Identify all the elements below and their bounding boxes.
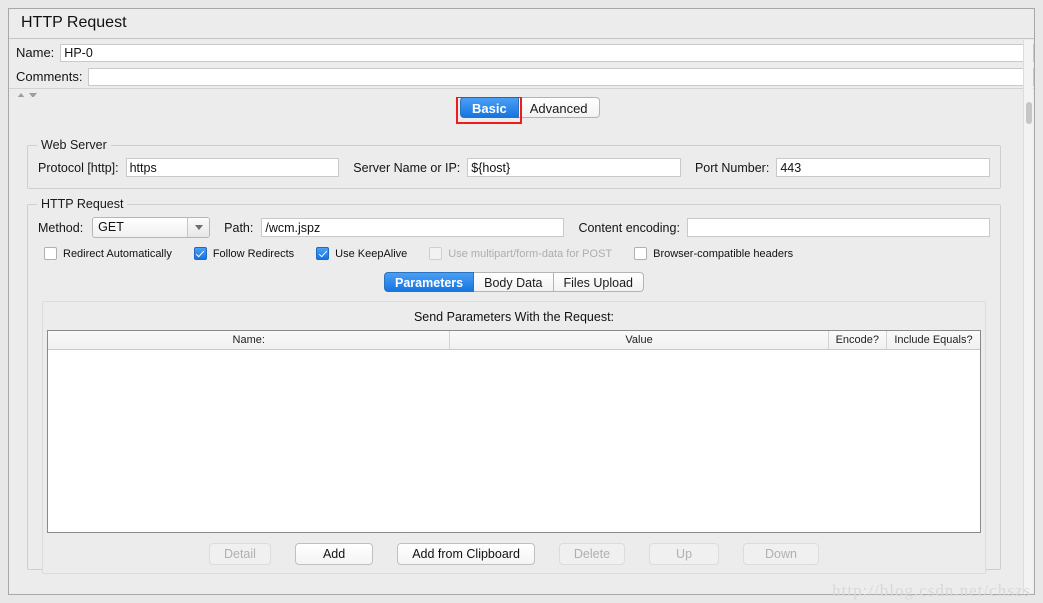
content-encoding-label: Content encoding:: [578, 220, 680, 235]
comments-row: Comments:: [9, 64, 1034, 88]
detail-button: Detail: [208, 543, 271, 565]
port-number-input[interactable]: [776, 158, 990, 177]
send-parameters-label: Send Parameters With the Request:: [413, 310, 615, 324]
checkbox-follow-redirects[interactable]: Follow Redirects: [193, 247, 295, 260]
parameters-panel: Send Parameters With the Request: Name: …: [42, 301, 986, 574]
top-tabs-area: Basic Advanced: [9, 97, 1023, 133]
method-label: Method:: [38, 220, 84, 235]
parameters-button-row: Detail Add Add from Clipboard Delete Up …: [43, 543, 985, 565]
checkbox-use-multipart-form-data: Use multipart/form-data for POST: [429, 247, 612, 260]
basic-tab-highlight-box: [456, 97, 522, 124]
table-body[interactable]: [48, 350, 980, 532]
method-select-value: GET: [98, 220, 124, 234]
column-header-value[interactable]: Value: [450, 331, 829, 349]
comments-label: Comments:: [16, 69, 83, 84]
up-button: Up: [649, 543, 720, 565]
tab-body-data[interactable]: Body Data: [474, 272, 554, 292]
delete-button: Delete: [558, 543, 626, 565]
chevron-down-icon[interactable]: [187, 218, 210, 237]
checkbox-label: Redirect Automatically: [63, 247, 172, 260]
parameters-table[interactable]: Name: Value Encode? Include Equals?: [47, 330, 981, 533]
checkbox-browser-compatible-headers[interactable]: Browser-compatible headers: [634, 247, 793, 260]
path-label: Path:: [224, 220, 254, 235]
checkbox-box-icon[interactable]: [634, 247, 648, 260]
table-header-row: Name: Value Encode? Include Equals?: [48, 331, 980, 350]
name-input[interactable]: [60, 43, 1034, 62]
request-options-row: Redirect Automatically Follow Redirects …: [38, 247, 990, 260]
tab-parameters[interactable]: Parameters: [384, 272, 475, 292]
scrollbar-thumb[interactable]: [1026, 102, 1032, 124]
web-server-group: Web Server Protocol [http]: Server Name …: [27, 138, 1001, 189]
checkbox-label: Follow Redirects: [212, 247, 295, 260]
content-encoding-input[interactable]: [686, 218, 991, 237]
checkbox-label: Use KeepAlive: [335, 247, 408, 260]
protocol-input[interactable]: [125, 158, 340, 177]
checkbox-label: Browser-compatible headers: [653, 247, 794, 260]
port-number-label: Port Number:: [694, 160, 770, 175]
page-title: HTTP Request: [21, 14, 127, 31]
http-request-window: HTTP Request Name: Comments: Basic Advan…: [8, 8, 1035, 595]
http-request-group-title: HTTP Request: [37, 197, 128, 211]
checkbox-use-keepalive[interactable]: Use KeepAlive: [316, 247, 407, 260]
add-from-clipboard-button[interactable]: Add from Clipboard: [397, 543, 535, 565]
add-button[interactable]: Add: [294, 543, 374, 565]
tab-advanced[interactable]: Advanced: [518, 97, 600, 118]
inner-tabs-area: Parameters Body Data Files Upload: [38, 272, 990, 292]
path-input[interactable]: [261, 218, 565, 237]
column-header-encode[interactable]: Encode?: [829, 331, 887, 349]
column-header-include-equals[interactable]: Include Equals?: [887, 331, 980, 349]
content-area: Basic Advanced Web Server Protocol [http…: [9, 97, 1023, 594]
checkbox-label: Use multipart/form-data for POST: [448, 247, 613, 260]
column-header-name[interactable]: Name:: [48, 331, 451, 349]
vertical-scrollbar[interactable]: [1023, 40, 1033, 593]
protocol-label: Protocol [http]:: [38, 160, 119, 175]
method-select[interactable]: GET: [92, 217, 211, 238]
down-button: Down: [743, 543, 819, 565]
tab-files-upload[interactable]: Files Upload: [553, 272, 644, 292]
checkbox-box-icon[interactable]: [44, 247, 57, 260]
name-row: Name:: [9, 39, 1034, 64]
watermark-text: http://blog.csdn.net/chszs: [832, 581, 1031, 600]
checkbox-redirect-automatically[interactable]: Redirect Automatically: [44, 247, 172, 260]
checkbox-box-icon[interactable]: [193, 247, 207, 260]
title-bar: HTTP Request: [9, 9, 1034, 39]
method-path-row: Method: GET Path: Content encoding:: [38, 217, 991, 238]
http-request-group: HTTP Request Method: GET Path: Content e…: [27, 197, 1001, 574]
checkbox-box-icon[interactable]: [316, 247, 330, 260]
server-name-input[interactable]: [467, 158, 681, 177]
parameters-tabs: Parameters Body Data Files Upload: [384, 272, 644, 292]
checkbox-box-icon: [429, 247, 443, 260]
comments-input[interactable]: [88, 67, 1034, 86]
server-name-label: Server Name or IP:: [353, 160, 461, 175]
name-label: Name:: [16, 45, 55, 60]
web-server-group-title: Web Server: [37, 138, 111, 152]
